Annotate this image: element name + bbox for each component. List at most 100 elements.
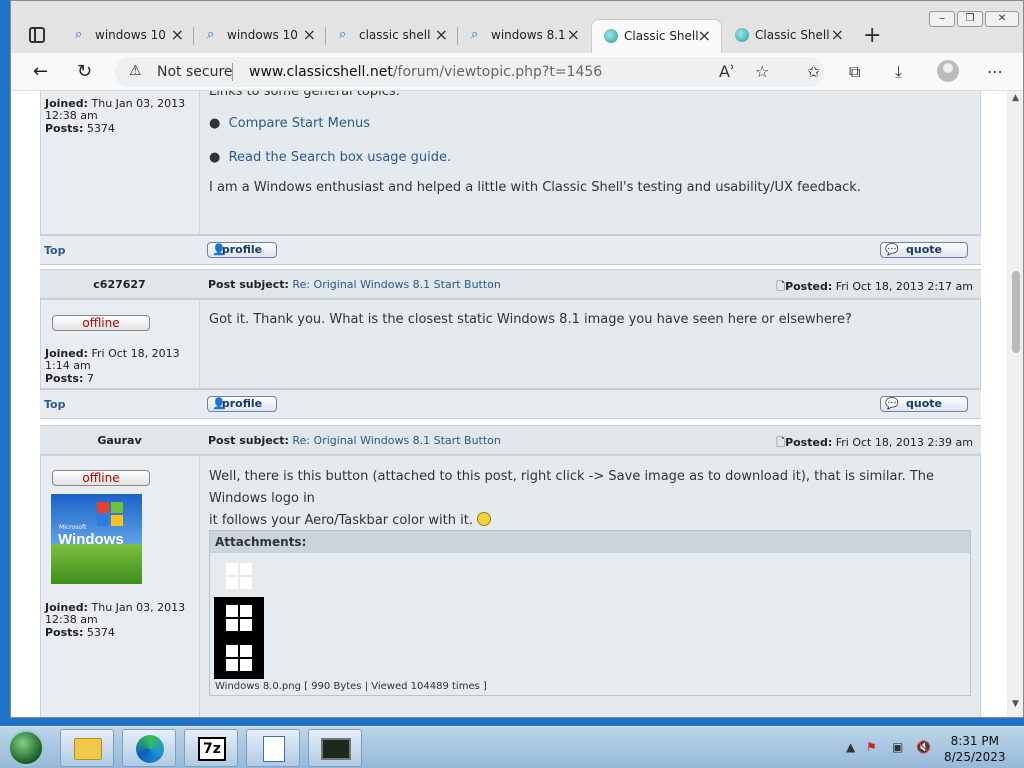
post-2-author-col: offline Joined: Fri Oct 18, 2013 1:14 am… [41, 300, 200, 388]
volume-icon[interactable]: 🔇 [916, 740, 931, 754]
security-label[interactable]: Not secure [157, 64, 233, 80]
post-3-posts: Posts: 5374 [45, 626, 115, 639]
tab-1[interactable]: ⌕ windows 10 × [63, 19, 194, 53]
refresh-icon[interactable]: ↻ [77, 61, 92, 82]
folder-icon [74, 738, 102, 760]
posts-value: 7 [86, 372, 94, 385]
attachment-image[interactable] [214, 597, 264, 679]
7zip-icon: 7z [198, 737, 226, 761]
search-guide-link[interactable]: Read the Search box usage guide. [229, 150, 452, 165]
monitor-icon [321, 738, 351, 760]
7zip-taskbar-button[interactable]: 7z [184, 729, 238, 767]
close-tab-icon[interactable]: × [698, 26, 711, 45]
attachment-caption: Windows 8.0.png [ 990 Bytes | Viewed 104… [215, 681, 487, 692]
tab-2[interactable]: ⌕ windows 10 × [195, 19, 326, 53]
windows-logo-icon [226, 645, 252, 671]
collections-icon[interactable]: ⧉ [849, 62, 860, 82]
tab-bar: ⌕ windows 10 × ⌕ windows 10 × ⌕ classic … [11, 1, 1023, 53]
quote-label: quote [906, 243, 942, 256]
quote-icon: 💬 [885, 243, 899, 256]
downloads-icon[interactable]: ⤓ [895, 62, 902, 82]
vertical-scrollbar[interactable]: ▲ ▼ [1007, 91, 1023, 717]
post-1-intro: Links to some general topics: [209, 91, 400, 99]
clock-time: 8:31 PM [950, 734, 999, 748]
favorites-icon[interactable]: ✩ [807, 62, 820, 81]
windows-flag-icon [97, 502, 125, 528]
warning-icon[interactable]: ⚠ [129, 63, 145, 79]
avatar-microsoft-text: Microsoft [59, 524, 87, 531]
back-icon[interactable]: ← [33, 61, 48, 82]
classic-shell-icon [604, 29, 618, 43]
tab-3[interactable]: ⌕ classic shell × [327, 19, 458, 53]
quote-button[interactable]: 💬 quote [880, 396, 968, 412]
windows-logo-icon [226, 605, 252, 631]
compare-start-menus-link[interactable]: Compare Start Menus [229, 116, 370, 131]
post-icon: 🗋 [776, 436, 786, 449]
add-favorite-icon[interactable]: ☆ [755, 62, 769, 81]
address-toolbar: ← ↻ ⚠ Not secure www.classicshell.net/fo… [11, 53, 1023, 91]
action-center-icon[interactable]: ⚑ [866, 740, 877, 754]
tab-label: windows 10 [95, 28, 166, 42]
post-3-text-line-1: Well, there is this button (attached to … [209, 469, 935, 506]
tab-actions-icon[interactable] [29, 27, 45, 43]
profile-avatar[interactable] [937, 60, 959, 82]
post-3-joined: Joined: Thu Jan 03, 2013 12:38 am [45, 602, 195, 626]
new-tab-button[interactable]: + [863, 23, 881, 48]
quote-button[interactable]: 💬 quote [880, 242, 968, 258]
file-explorer-taskbar-button[interactable] [60, 729, 114, 767]
close-window-button[interactable]: ✕ [985, 11, 1019, 27]
show-hidden-icons[interactable]: ▲ [846, 740, 855, 754]
offline-badge: offline [52, 470, 150, 486]
top-link[interactable]: Top [44, 398, 65, 411]
top-link[interactable]: Top [44, 244, 65, 257]
close-tab-icon[interactable]: × [303, 25, 316, 44]
bullet-icon: ● [209, 116, 221, 131]
profile-button[interactable]: 👤 profile [207, 396, 277, 412]
tab-label: Classic Shell [755, 28, 830, 42]
url-path: /forum/viewtopic.php?t=1456 [392, 64, 603, 80]
tab-4[interactable]: ⌕ windows 8.1 × [459, 19, 590, 53]
windows-logo-white-icon[interactable] [226, 563, 252, 589]
subject-link[interactable]: Re: Original Windows 8.1 Start Button [292, 278, 500, 291]
post-2: offline Joined: Fri Oct 18, 2013 1:14 am… [40, 299, 981, 389]
tab-label: windows 10 [227, 28, 298, 42]
network-icon[interactable]: ▣ [892, 740, 903, 754]
browser-window: ⌕ windows 10 × ⌕ windows 10 × ⌕ classic … [10, 0, 1024, 718]
subject-link[interactable]: Re: Original Windows 8.1 Start Button [292, 434, 500, 447]
read-aloud-icon[interactable]: Aʾ [719, 62, 735, 81]
tab-5-active[interactable]: Classic Shell × [591, 19, 722, 53]
close-tab-icon[interactable]: × [435, 25, 448, 44]
posted-label: Posted: [785, 280, 833, 293]
post-2-posted: 🗋Posted: Fri Oct 18, 2013 2:17 am [776, 278, 973, 297]
close-tab-icon[interactable]: × [171, 25, 184, 44]
maximize-button[interactable]: ❐ [957, 11, 983, 27]
subject-label: Post subject: [208, 278, 289, 291]
close-tab-icon[interactable]: × [567, 25, 580, 44]
profile-label: profile [221, 397, 263, 410]
post-3-author-col: offline Microsoft Windows Joined: Thu Ja… [41, 456, 200, 717]
search-icon: ⌕ [75, 27, 83, 42]
post-3: offline Microsoft Windows Joined: Thu Ja… [40, 455, 981, 717]
posted-value: Fri Oct 18, 2013 2:39 am [835, 436, 973, 449]
wordpad-taskbar-button[interactable] [246, 729, 300, 767]
post-1-text: I am a Windows enthusiast and helped a l… [209, 180, 861, 195]
profile-label: profile [221, 243, 263, 256]
system-clock[interactable]: 8:31 PM 8/25/2023 [944, 733, 1006, 765]
url-text[interactable]: www.classicshell.net/forum/viewtopic.php… [249, 64, 602, 80]
scroll-down-icon[interactable]: ▼ [1012, 699, 1019, 709]
tab-6[interactable]: Classic Shell × [723, 19, 854, 53]
posts-value: 5374 [86, 122, 115, 135]
more-menu-icon[interactable]: ⋯ [987, 62, 1003, 81]
task-manager-taskbar-button[interactable] [308, 729, 362, 767]
profile-button[interactable]: 👤 profile [207, 242, 277, 258]
start-button[interactable] [8, 730, 44, 766]
scroll-up-icon[interactable]: ▲ [1012, 93, 1019, 103]
post-1-link-1-item: ● Compare Start Menus [209, 116, 370, 131]
avatar-windows-text: Windows [58, 531, 124, 548]
quote-icon: 💬 [885, 397, 899, 410]
minimize-button[interactable]: ‒ [929, 11, 955, 27]
scrollbar-thumb[interactable] [1012, 271, 1020, 353]
edge-taskbar-button[interactable] [122, 729, 176, 767]
search-icon: ⌕ [339, 27, 347, 42]
close-tab-icon[interactable]: × [831, 25, 844, 44]
